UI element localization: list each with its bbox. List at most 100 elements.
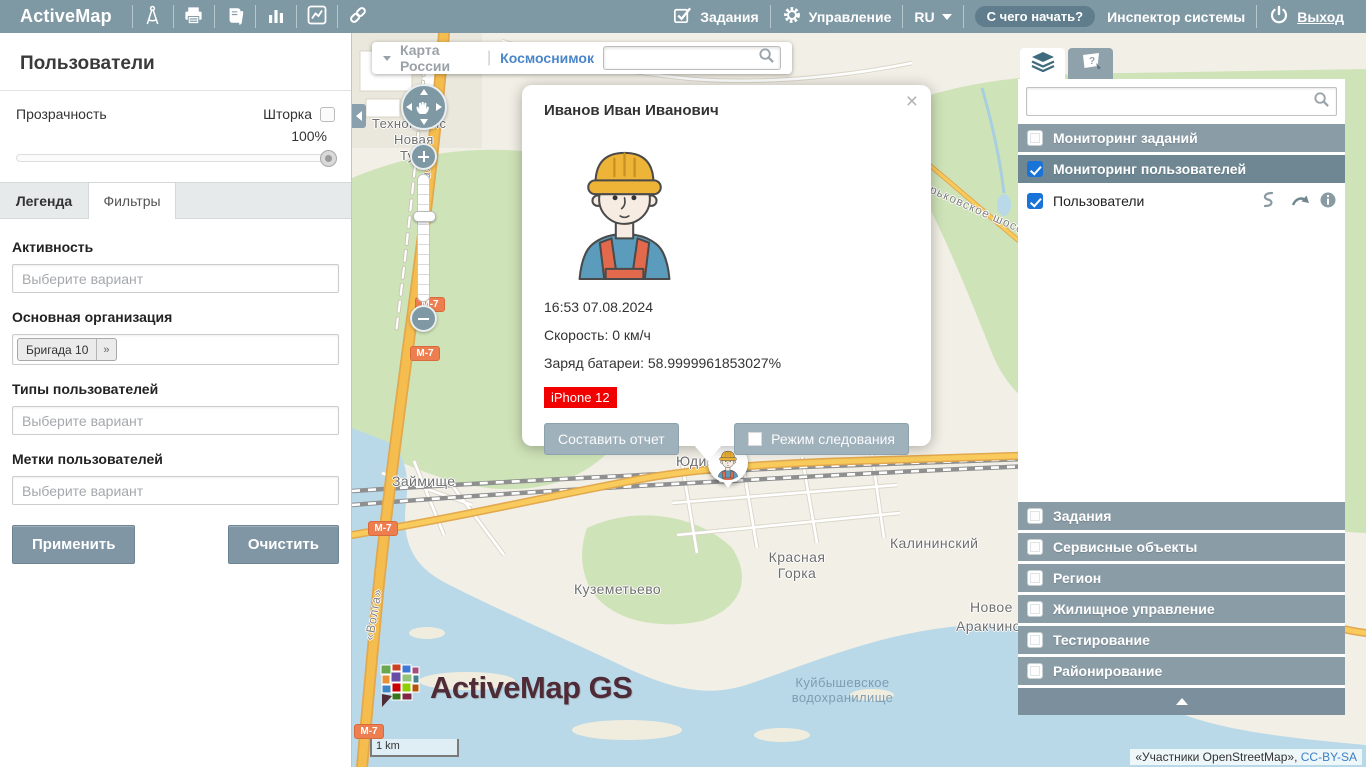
compass-icon	[143, 5, 162, 29]
legend-question-icon: ?	[1079, 51, 1103, 76]
chevron-down-icon[interactable]	[383, 56, 391, 61]
layer-group-label: Жилищное управление	[1053, 601, 1215, 617]
layer-group-housing[interactable]: Жилищное управление	[1018, 595, 1345, 626]
language-selector[interactable]: RU	[903, 0, 962, 33]
map-pan-control[interactable]	[401, 84, 447, 130]
map-search-box	[603, 46, 781, 70]
chip-expand-icon[interactable]: »	[96, 339, 115, 360]
tab-layers[interactable]	[1020, 48, 1065, 79]
attribution-text: «Участники OpenStreetMap»,	[1135, 750, 1300, 764]
activemap-app: ActiveMap Задания	[0, 0, 1366, 767]
layers-search-input[interactable]	[1033, 94, 1313, 109]
layer-checkbox[interactable]	[1027, 601, 1043, 617]
zoom-slider[interactable]	[417, 174, 430, 302]
popup-user-name: Иванов Иван Иванович	[544, 102, 909, 119]
follow-mode-label: Режим следования	[771, 431, 895, 447]
user-tags-filter-input[interactable]	[12, 476, 339, 505]
layer-checkbox[interactable]	[1027, 193, 1043, 209]
basemap-divider: |	[487, 49, 491, 67]
layer-group-service-objects[interactable]: Сервисные объекты	[1018, 533, 1345, 564]
tab-legend-help[interactable]: ?	[1068, 48, 1113, 79]
basemap-option-russia[interactable]: Карта России	[400, 42, 478, 74]
management-button[interactable]: Управление	[771, 0, 903, 33]
basemap-switcher: Карта России | Космоснимок	[372, 42, 792, 74]
opacity-slider[interactable]	[16, 154, 335, 162]
statistics-button[interactable]	[256, 0, 296, 33]
curtain-checkbox[interactable]	[320, 107, 335, 122]
popup-pointer	[693, 444, 723, 461]
attribution-license-link[interactable]: CC-BY-SA	[1301, 750, 1357, 764]
opacity-value: 100%	[0, 122, 351, 144]
tab-filters[interactable]: Фильтры	[88, 183, 176, 219]
print-button[interactable]	[174, 0, 214, 33]
search-icon[interactable]	[758, 47, 775, 69]
app-logo: ActiveMap	[0, 0, 132, 33]
pan-arrows-hand-icon	[403, 86, 445, 128]
tab-legend[interactable]: Легенда	[0, 183, 88, 218]
go-to-layer-icon[interactable]	[1291, 193, 1311, 210]
opacity-slider-handle[interactable]	[320, 150, 337, 167]
track-route-icon[interactable]	[1262, 191, 1282, 211]
power-icon	[1268, 4, 1290, 29]
create-report-button[interactable]: Составить отчет	[544, 423, 679, 455]
curtain-label: Шторка	[263, 106, 312, 122]
activity-filter-input[interactable]	[12, 264, 339, 293]
map-label-arakchino-2: Аракчино	[956, 618, 1021, 634]
apply-button[interactable]: Применить	[12, 525, 135, 564]
system-inspector-button[interactable]: Инспектор системы	[1107, 9, 1245, 25]
measure-tool-button[interactable]	[133, 0, 173, 33]
filter-actions: Применить Очистить	[12, 525, 339, 564]
map-search-input[interactable]	[609, 51, 758, 66]
getting-started-button[interactable]: С чего начать?	[975, 6, 1095, 27]
follow-mode-checkbox[interactable]	[748, 432, 762, 446]
plus-icon	[423, 151, 426, 162]
close-icon[interactable]: ×	[906, 89, 918, 114]
layer-checkbox[interactable]	[1027, 570, 1043, 586]
organization-filter-label: Основная организация	[12, 309, 339, 325]
organization-filter-input[interactable]: Бригада 10 »	[12, 334, 339, 365]
layer-checkbox[interactable]	[1027, 508, 1043, 524]
user-tags-filter-label: Метки пользователей	[12, 451, 339, 467]
zoom-out-button[interactable]	[410, 305, 437, 332]
tasks-label: Задания	[700, 9, 758, 25]
language-label: RU	[914, 9, 934, 25]
layer-checkbox[interactable]	[1027, 663, 1043, 679]
layer-checkbox[interactable]	[1027, 130, 1043, 146]
sidebar-tabs: Легенда Фильтры	[0, 182, 351, 219]
layer-item-users[interactable]: Пользователи	[1018, 186, 1345, 219]
follow-mode-button[interactable]: Режим следования	[734, 423, 909, 455]
logout-button[interactable]: Выход	[1257, 0, 1366, 33]
map-label-arakchino-1: Новое	[970, 599, 1013, 615]
layer-checkbox[interactable]	[1027, 161, 1043, 177]
layer-group-testing[interactable]: Тестирование	[1018, 626, 1345, 657]
book-icon	[225, 5, 245, 29]
layer-checkbox[interactable]	[1027, 632, 1043, 648]
share-link-button[interactable]	[338, 0, 378, 33]
basemap-option-satellite[interactable]: Космоснимок	[500, 50, 594, 66]
map-label-reservoir: Куйбышевское водохранилище	[780, 675, 905, 705]
layer-group-region[interactable]: Регион	[1018, 564, 1345, 595]
layer-group-user-monitoring[interactable]: Мониторинг пользователей	[1018, 155, 1345, 186]
clear-button[interactable]: Очистить	[228, 525, 339, 564]
reports-journal-button[interactable]	[215, 0, 255, 33]
zoom-in-button[interactable]	[410, 143, 437, 170]
m7-road-badge: М-7	[354, 724, 384, 739]
organization-chip[interactable]: Бригада 10 »	[17, 338, 117, 361]
sidebar-collapse-button[interactable]	[352, 104, 366, 128]
minus-icon	[418, 318, 429, 321]
tasks-button[interactable]: Задания	[661, 0, 769, 33]
layer-group-task-monitoring[interactable]: Мониторинг заданий	[1018, 124, 1345, 155]
activemap-gs-watermark: ActiveMap GS	[378, 662, 632, 713]
layer-checkbox[interactable]	[1027, 539, 1043, 555]
search-icon[interactable]	[1313, 91, 1330, 113]
monitoring-dashboard-button[interactable]	[297, 0, 337, 33]
layer-group-districting[interactable]: Районирование	[1018, 657, 1345, 688]
top-toolbar: ActiveMap Задания	[0, 0, 1366, 33]
layer-group-label: Мониторинг пользователей	[1053, 161, 1246, 177]
zoom-slider-handle[interactable]	[413, 211, 436, 222]
panel-collapse-button[interactable]	[1018, 688, 1345, 715]
info-icon[interactable]	[1320, 192, 1336, 211]
layer-group-label: Сервисные объекты	[1053, 539, 1197, 555]
layer-group-tasks[interactable]: Задания	[1018, 502, 1345, 533]
user-types-filter-input[interactable]	[12, 406, 339, 435]
